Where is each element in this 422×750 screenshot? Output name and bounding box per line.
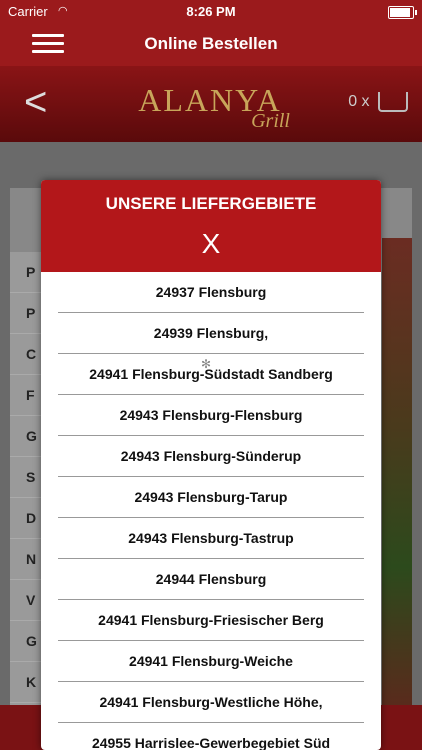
region-list: 24937 Flensburg 24939 Flensburg, 24941 F… bbox=[41, 272, 381, 750]
status-bar: Carrier ◠ 8:26 PM bbox=[0, 0, 422, 22]
region-item[interactable]: 24955 Harrislee-Gewerbegebiet Süd bbox=[58, 723, 364, 750]
region-item[interactable]: 24944 Flensburg bbox=[58, 559, 364, 600]
region-item[interactable]: 24943 Flensburg-Sünderup bbox=[58, 436, 364, 477]
battery-icon bbox=[388, 6, 417, 19]
region-item[interactable]: 24937 Flensburg bbox=[58, 272, 364, 313]
status-time: 8:26 PM bbox=[186, 4, 236, 19]
region-item[interactable]: 24941 Flensburg-Westliche Höhe, bbox=[58, 682, 364, 723]
spinner-icon: ✻ bbox=[201, 357, 212, 371]
region-item[interactable]: 24943 Flensburg-Flensburg bbox=[58, 395, 364, 436]
delivery-areas-modal: UNSERE LIEFERGEBIETE X 24937 Flensburg 2… bbox=[41, 180, 381, 750]
region-item[interactable]: 24943 Flensburg-Tastrup bbox=[58, 518, 364, 559]
logo: ALANYA Grill bbox=[120, 82, 300, 132]
region-item[interactable]: 24943 Flensburg-Tarup bbox=[58, 477, 364, 518]
brand-bar: < ALANYA Grill 0 x bbox=[0, 66, 422, 142]
cart-count: 0 x bbox=[348, 93, 370, 111]
region-item[interactable]: 24939 Flensburg, bbox=[58, 313, 364, 354]
page-title: Online Bestellen bbox=[144, 34, 278, 53]
region-item[interactable]: 24941 Flensburg-Weiche bbox=[58, 641, 364, 682]
logo-sub: Grill bbox=[251, 110, 290, 132]
close-button[interactable]: X bbox=[202, 228, 221, 260]
background-food-photo bbox=[382, 238, 412, 708]
cart-icon bbox=[378, 92, 408, 112]
modal-header: UNSERE LIEFERGEBIETE X bbox=[41, 180, 381, 272]
chevron-left-icon[interactable]: < bbox=[24, 80, 47, 125]
cart-button[interactable]: 0 x bbox=[348, 92, 408, 112]
nav-bar: Online Bestellen bbox=[0, 22, 422, 66]
modal-title: UNSERE LIEFERGEBIETE bbox=[105, 194, 317, 213]
region-item[interactable]: 24941 Flensburg-Friesischer Berg bbox=[58, 600, 364, 641]
